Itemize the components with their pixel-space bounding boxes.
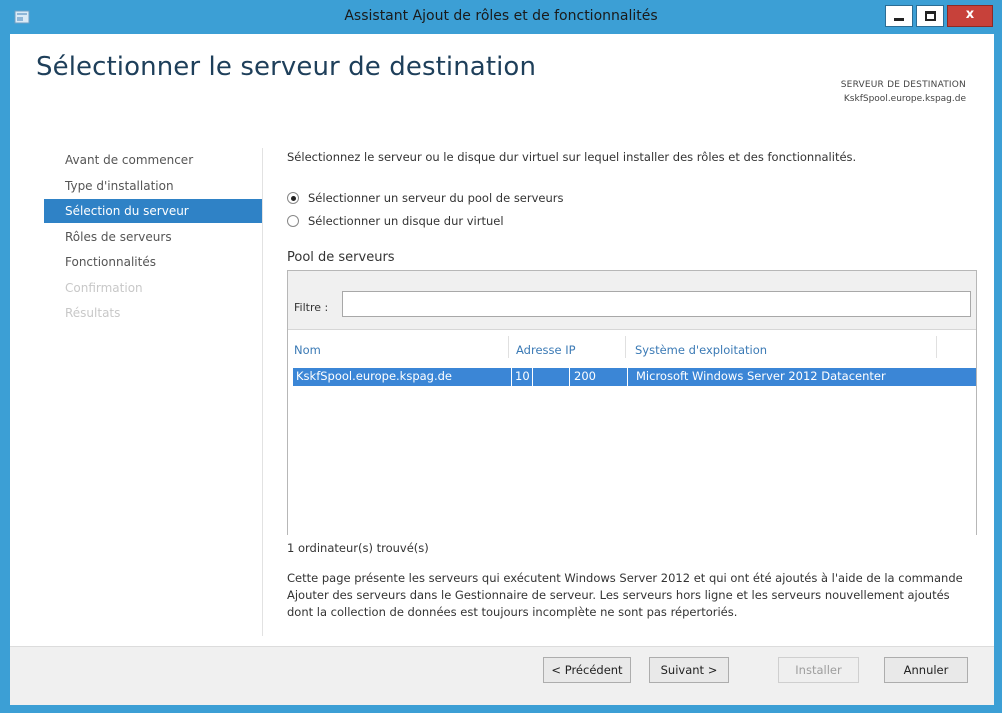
cell-os: Microsoft Windows Server 2012 Datacenter	[636, 369, 886, 383]
previous-button[interactable]: < Précédent	[543, 657, 631, 683]
window-frame-right	[994, 0, 1002, 713]
radio-virtual-disk[interactable]: Sélectionner un disque dur virtuel	[287, 212, 504, 230]
radio-button-unchecked[interactable]	[287, 215, 299, 227]
cell-name: KskfSpool.europe.kspag.de	[296, 369, 452, 383]
description-text: Cette page présente les serveurs qui exé…	[287, 571, 963, 619]
window-frame-bottom	[0, 705, 1002, 713]
instruction-text: Sélectionnez le serveur ou le disque dur…	[287, 150, 857, 164]
wizard-footer: < Précédent Suivant > Installer Annuler	[10, 646, 994, 705]
server-grid: Nom Adresse IP Système d'exploitation Ks…	[288, 329, 976, 535]
destination-server-label: SERVEUR DE DESTINATION	[840, 80, 966, 90]
nav-item-fonctionnalites[interactable]: Fonctionnalités	[44, 250, 262, 274]
column-header-adresse-ip[interactable]: Adresse IP	[516, 343, 576, 357]
radio-virtual-disk-label: Sélectionner un disque dur virtuel	[308, 214, 504, 228]
column-divider[interactable]	[508, 336, 509, 358]
cell-ip-part-1: 10	[515, 369, 530, 383]
minimize-icon	[894, 18, 904, 21]
column-divider[interactable]	[625, 336, 626, 358]
server-pool-heading: Pool de serveurs	[287, 250, 395, 265]
page-title: Sélectionner le serveur de destination	[36, 52, 537, 82]
servers-found-count: 1 ordinateur(s) trouvé(s)	[287, 541, 429, 555]
cell-divider	[511, 368, 512, 386]
window-frame-left	[0, 0, 10, 713]
destination-server-value: KskfSpool.europe.kspag.de	[843, 94, 966, 104]
nav-divider	[262, 148, 263, 636]
cell-divider	[569, 368, 570, 386]
nav-item-roles-serveurs[interactable]: Rôles de serveurs	[44, 225, 262, 249]
nav-item-confirmation: Confirmation	[65, 280, 143, 295]
column-header-systeme[interactable]: Système d'exploitation	[635, 343, 767, 357]
filter-input[interactable]	[342, 291, 971, 317]
window-title: Assistant Ajout de rôles et de fonctionn…	[344, 8, 658, 24]
radio-button-checked[interactable]	[287, 192, 299, 204]
cell-divider	[627, 368, 628, 386]
maximize-button[interactable]	[916, 5, 944, 27]
filter-label: Filtre :	[294, 301, 329, 314]
grid-header: Nom Adresse IP Système d'exploitation	[288, 330, 976, 368]
cancel-button[interactable]: Annuler	[884, 657, 968, 683]
wizard-step-nav: Avant de commencer Type d'installation S…	[44, 148, 262, 327]
next-button[interactable]: Suivant >	[649, 657, 729, 683]
column-divider[interactable]	[936, 336, 937, 358]
maximize-icon	[925, 11, 936, 21]
server-pool-box: Filtre : Nom Adresse IP Système d'exploi…	[287, 270, 977, 535]
nav-item-type-installation[interactable]: Type d'installation	[44, 174, 262, 198]
cell-ip-part-2: 200	[574, 369, 596, 383]
title-bar[interactable]: Assistant Ajout de rôles et de fonctionn…	[0, 0, 1002, 34]
close-button[interactable]: x	[947, 5, 993, 27]
nav-item-selection-serveur[interactable]: Sélection du serveur	[44, 199, 262, 223]
nav-item-resultats: Résultats	[65, 306, 121, 320]
nav-item-avant-de-commencer[interactable]: Avant de commencer	[44, 148, 262, 172]
cell-divider	[532, 368, 533, 386]
close-icon: x	[965, 7, 975, 22]
minimize-button[interactable]	[885, 5, 913, 27]
column-header-nom[interactable]: Nom	[294, 343, 321, 357]
install-button: Installer	[778, 657, 859, 683]
radio-server-pool-label: Sélectionner un serveur du pool de serve…	[308, 191, 564, 205]
radio-server-pool[interactable]: Sélectionner un serveur du pool de serve…	[287, 189, 564, 207]
table-row[interactable]: KskfSpool.europe.kspag.de 10 200 Microso…	[293, 368, 976, 386]
